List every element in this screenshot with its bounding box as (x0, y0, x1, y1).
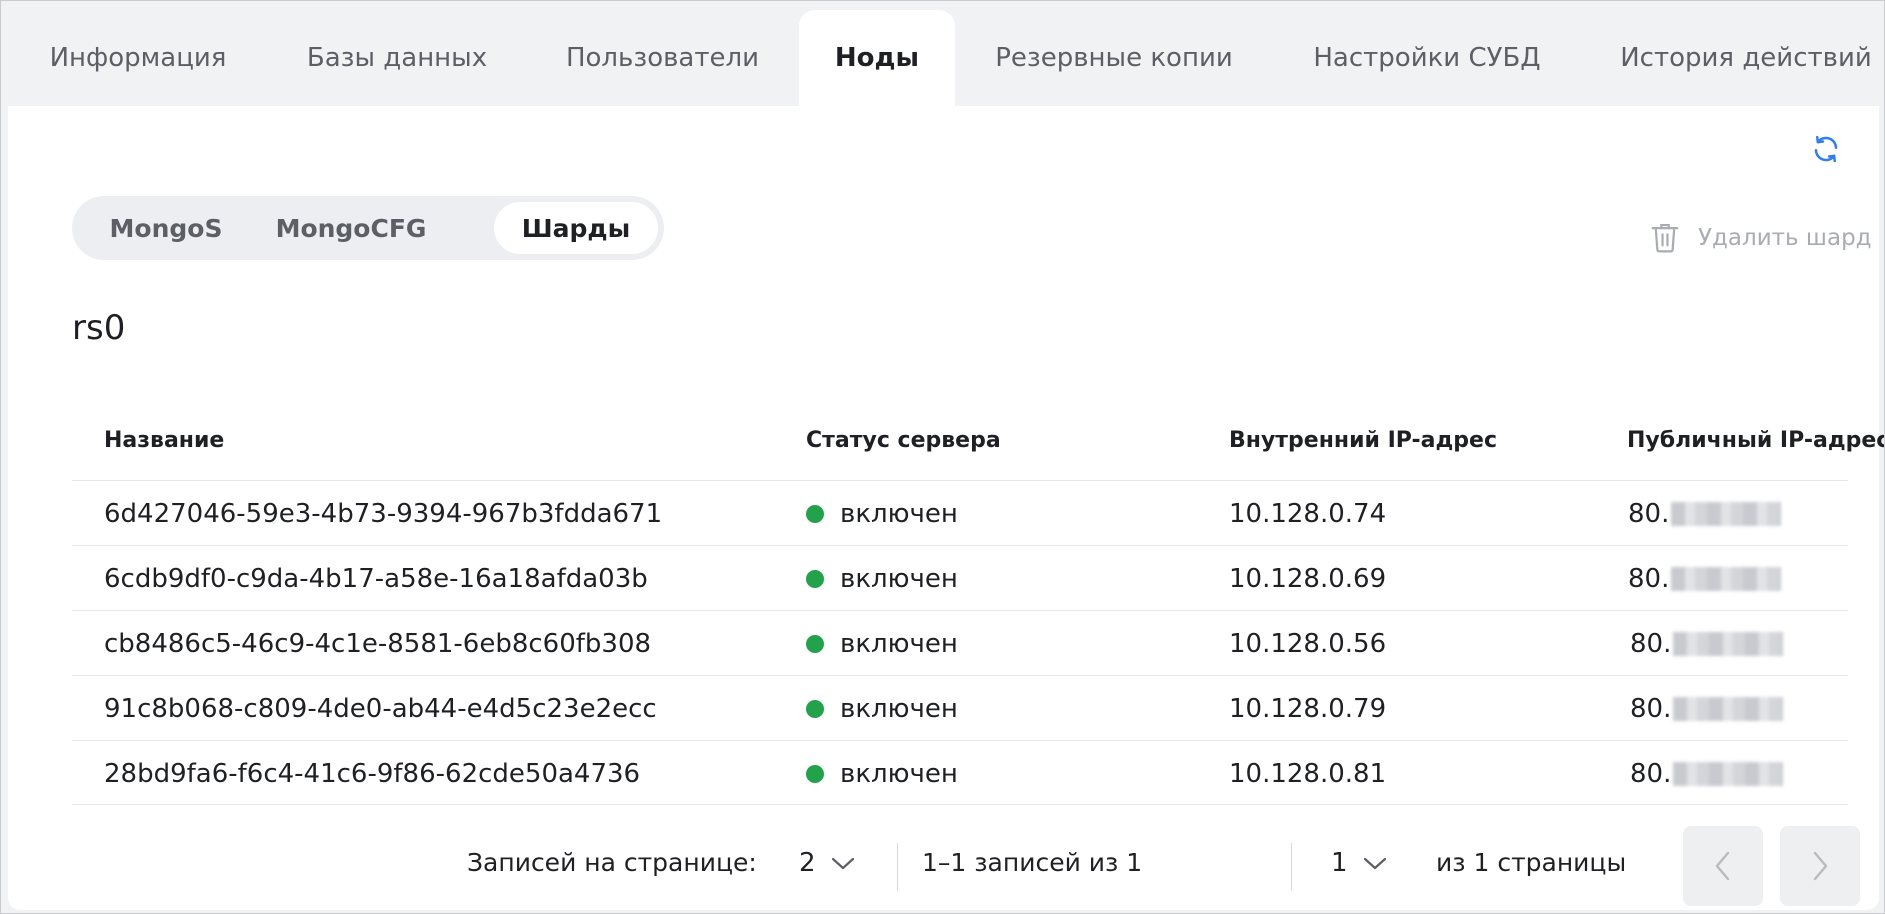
server-status: включен (806, 546, 958, 611)
shard-title: rs0 (72, 308, 126, 348)
chevron-left-icon (1715, 851, 1730, 881)
pages-total: из 1 страницы (1436, 848, 1627, 877)
public-ip-prefix: 80. (1628, 563, 1670, 594)
column-header-public-ip: Публичный IP-адрес (1627, 428, 1885, 453)
status-text: включен (840, 693, 958, 724)
page-value: 1 (1331, 848, 1348, 878)
server-status: включен (806, 676, 958, 741)
public-ip: 80. (1628, 481, 1782, 546)
delete-shard-label: Удалить шард (1698, 225, 1872, 251)
status-text: включен (840, 628, 958, 659)
public-ip-prefix: 80. (1630, 628, 1672, 659)
redacted-ip (1673, 696, 1784, 721)
table-row[interactable]: 91c8b068-c809-4de0-ab44-e4d5c23e2ecc вкл… (72, 675, 1848, 740)
redacted-ip (1671, 501, 1782, 526)
server-status: включен (806, 741, 958, 806)
segment-shards[interactable]: Шарды (494, 202, 658, 254)
redacted-ip (1673, 761, 1784, 786)
chevron-right-icon (1813, 851, 1828, 881)
node-name: 28bd9fa6-f6c4-41c6-9f86-62cde50a4736 (104, 758, 641, 789)
tab-history[interactable]: История действий (1610, 10, 1882, 106)
tab-users[interactable]: Пользователи (540, 10, 785, 106)
server-status: включен (806, 481, 958, 546)
per-page-select[interactable]: 2 (799, 848, 856, 878)
chevron-down-icon (831, 857, 854, 870)
public-ip: 80. (1630, 611, 1784, 676)
prev-page-button[interactable] (1683, 826, 1763, 906)
redacted-ip (1673, 631, 1784, 656)
status-dot-icon (806, 699, 824, 718)
column-header-name: Название (104, 428, 225, 453)
internal-ip: 10.128.0.74 (1229, 498, 1387, 529)
pagination-divider (897, 843, 898, 891)
public-ip-prefix: 80. (1628, 498, 1670, 529)
status-text: включен (840, 563, 958, 594)
delete-shard-button[interactable]: Удалить шард (1650, 218, 1872, 258)
node-type-switcher: MongoS MongoCFG Шарды (72, 196, 664, 260)
status-text: включен (840, 758, 958, 789)
status-dot-icon (806, 634, 824, 653)
table-row[interactable]: cb8486c5-46c9-4c1e-8581-6eb8c60fb308 вкл… (72, 610, 1848, 675)
node-name: cb8486c5-46c9-4c1e-8581-6eb8c60fb308 (104, 628, 652, 659)
refresh-icon (1814, 135, 1838, 163)
public-ip: 80. (1630, 741, 1784, 806)
public-ip: 80. (1628, 546, 1782, 611)
redacted-ip (1671, 566, 1782, 591)
tab-info[interactable]: Информация (20, 10, 256, 106)
internal-ip: 10.128.0.56 (1229, 628, 1387, 659)
table-row[interactable]: 6cdb9df0-c9da-4b17-a58e-16a18afda03b вкл… (72, 545, 1848, 610)
pagination-divider (1291, 843, 1292, 891)
segment-mongocfg[interactable]: MongoCFG (258, 202, 444, 254)
public-ip-prefix: 80. (1630, 693, 1672, 724)
tab-dbms-settings[interactable]: Настройки СУБД (1292, 10, 1562, 106)
segment-mongos[interactable]: MongoS (78, 202, 254, 254)
column-header-status: Статус сервера (806, 428, 1001, 453)
page-select[interactable]: 1 (1331, 848, 1388, 878)
server-status: включен (806, 611, 958, 676)
status-dot-icon (806, 569, 824, 588)
per-page-label: Записей на странице: (467, 848, 757, 877)
chevron-down-icon (1363, 857, 1386, 870)
next-page-button[interactable] (1780, 826, 1860, 906)
public-ip: 80. (1630, 676, 1784, 741)
node-name: 6d427046-59e3-4b73-9394-967b3fdda671 (104, 498, 663, 529)
tab-nodes[interactable]: Ноды (799, 10, 955, 106)
status-text: включен (840, 498, 958, 529)
internal-ip: 10.128.0.81 (1229, 758, 1387, 789)
tab-databases[interactable]: Базы данных (282, 10, 512, 106)
public-ip-prefix: 80. (1630, 758, 1672, 789)
node-name: 91c8b068-c809-4de0-ab44-e4d5c23e2ecc (104, 693, 657, 724)
refresh-button[interactable] (1808, 131, 1844, 167)
node-name: 6cdb9df0-c9da-4b17-a58e-16a18afda03b (104, 563, 648, 594)
tab-bar: Информация Базы данных Пользователи Ноды… (0, 0, 1885, 106)
records-range: 1–1 записей из 1 (922, 848, 1143, 877)
tab-backups[interactable]: Резервные копии (978, 10, 1250, 106)
internal-ip: 10.128.0.69 (1229, 563, 1387, 594)
status-dot-icon (806, 764, 824, 783)
table-row[interactable]: 28bd9fa6-f6c4-41c6-9f86-62cde50a4736 вкл… (72, 740, 1848, 805)
internal-ip: 10.128.0.79 (1229, 693, 1387, 724)
status-dot-icon (806, 504, 824, 523)
per-page-value: 2 (799, 848, 816, 878)
table-row[interactable]: 6d427046-59e3-4b73-9394-967b3fdda671 вкл… (72, 480, 1848, 545)
trash-icon (1651, 223, 1679, 253)
column-header-internal-ip: Внутренний IP-адрес (1229, 428, 1497, 453)
